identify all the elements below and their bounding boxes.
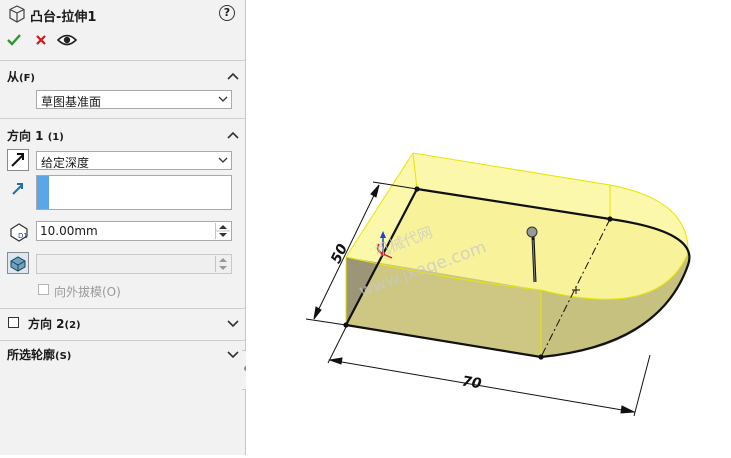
chevron-up-icon[interactable] xyxy=(226,130,240,140)
draft-angle-input xyxy=(36,254,232,274)
section-direction2-shortcut: (2) xyxy=(64,320,81,331)
selection-active-bar xyxy=(37,176,49,209)
reverse-direction-button[interactable] xyxy=(7,149,29,171)
ok-button[interactable] xyxy=(6,33,22,47)
model-preview[interactable]: 70 50 www.jxage.com 机械代网 xyxy=(246,0,731,455)
from-select-value: 草图基准面 xyxy=(41,95,102,109)
help-button[interactable]: ? xyxy=(219,5,235,21)
draft-toggle-button[interactable] xyxy=(7,252,29,274)
draft-icon xyxy=(10,256,26,272)
reverse-arrow-icon xyxy=(11,153,24,167)
section-from-shortcut: (F) xyxy=(19,73,35,84)
cancel-button[interactable] xyxy=(35,34,47,46)
section-selected-contours-header[interactable]: 所选轮廓(S) xyxy=(7,346,71,363)
end-condition-select[interactable]: 给定深度 xyxy=(36,151,232,170)
section-direction2-header[interactable]: 方向 2(2) xyxy=(28,315,81,332)
depth-dimension-icon: D1 xyxy=(8,221,30,243)
dimension-length-label[interactable]: 70 xyxy=(461,374,483,393)
preview-button[interactable] xyxy=(56,33,78,47)
section-selected-contours-shortcut: (S) xyxy=(55,351,72,362)
from-select[interactable]: 草图基准面 xyxy=(36,90,232,109)
section-selected-contours-title: 所选轮廓 xyxy=(7,348,56,362)
section-direction2-title: 方向 2 xyxy=(28,317,65,331)
feature-title: 凸台-拉伸1 xyxy=(30,10,97,25)
section-direction1-shortcut: (1) xyxy=(47,132,64,143)
direction2-checkbox[interactable] xyxy=(8,317,19,328)
depth-input[interactable]: 10.00mm xyxy=(36,221,232,241)
divider xyxy=(0,60,245,61)
check-icon xyxy=(7,34,21,46)
svg-text:D1: D1 xyxy=(18,232,28,240)
draft-angle-spinner xyxy=(215,256,230,272)
direction-selection-box[interactable] xyxy=(36,175,232,210)
chevron-down-icon xyxy=(218,157,228,163)
direction-vector-icon xyxy=(10,181,26,197)
property-manager-panel: 凸台-拉伸1 ? 从(F) 草图基准面 方向 1 (1) 给定深度 D1 10.… xyxy=(0,0,253,455)
depth-value: 10.00mm xyxy=(40,224,98,238)
divider xyxy=(0,340,245,341)
eye-icon xyxy=(56,34,78,46)
chevron-down-icon xyxy=(218,96,228,102)
section-direction1-header[interactable]: 方向 1 (1) xyxy=(7,127,64,144)
chevron-down-icon[interactable] xyxy=(226,318,240,328)
end-condition-value: 给定深度 xyxy=(41,156,90,170)
divider xyxy=(0,118,245,119)
feature-cube-icon xyxy=(9,5,25,23)
depth-spinner[interactable] xyxy=(215,223,230,239)
draft-outward-label: 向外拔模(O) xyxy=(54,285,121,299)
section-from-title: 从 xyxy=(7,70,20,84)
draft-outward-checkbox xyxy=(38,284,49,295)
graphics-viewport[interactable]: 70 50 www.jxage.com 机械代网 xyxy=(246,0,731,455)
section-direction1-title: 方向 1 xyxy=(7,129,44,143)
chevron-down-icon[interactable] xyxy=(226,349,240,359)
divider xyxy=(0,308,245,309)
help-icon: ? xyxy=(223,6,231,19)
section-from-header[interactable]: 从(F) xyxy=(7,68,35,85)
close-icon xyxy=(36,35,46,45)
chevron-up-icon[interactable] xyxy=(226,71,240,81)
